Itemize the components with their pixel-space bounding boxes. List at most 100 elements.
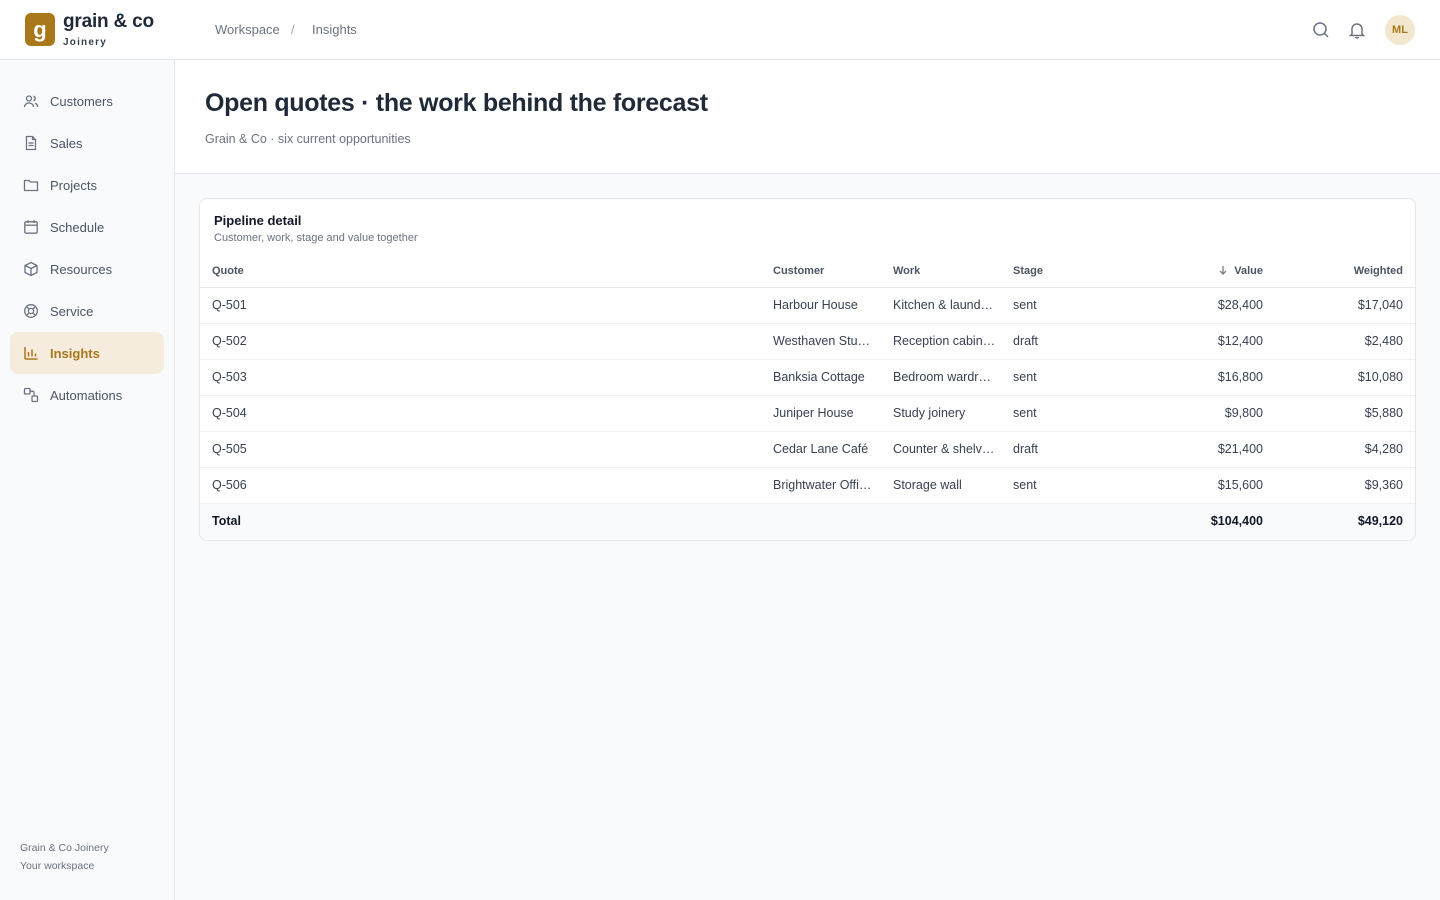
cell-customer: Brightwater Offi…	[773, 467, 893, 504]
cell-customer: Juniper House	[773, 395, 893, 432]
column-header-value[interactable]: Value	[1103, 255, 1263, 288]
cell-stage: draft	[1013, 431, 1103, 468]
total-weighted: $49,120	[1263, 503, 1415, 539]
sidebar-item-projects[interactable]: Projects	[10, 164, 164, 206]
bar-chart-icon	[23, 345, 39, 361]
sidebar-item-customers[interactable]: Customers	[10, 80, 164, 122]
cell-weighted: $2,480	[1263, 323, 1415, 360]
cell-work: Counter & shelv…	[893, 431, 1013, 468]
sidebar-item-sales[interactable]: Sales	[10, 122, 164, 164]
column-header-stage[interactable]: Stage	[1013, 255, 1103, 288]
sidebar-item-label: Customers	[50, 93, 113, 109]
cell-customer: Cedar Lane Café	[773, 431, 893, 468]
sidebar-item-service[interactable]: Service	[10, 290, 164, 332]
pipeline-table: Quote Customer Work Stage Value Weighted…	[200, 255, 1415, 539]
cell-weighted: $5,880	[1263, 395, 1415, 432]
calendar-icon	[23, 219, 39, 235]
column-header-work[interactable]: Work	[893, 255, 1013, 288]
lifebuoy-icon	[23, 303, 39, 319]
document-icon	[23, 135, 39, 151]
cell-weighted: $4,280	[1263, 431, 1415, 468]
folder-icon	[23, 177, 39, 193]
cell-stage: draft	[1013, 323, 1103, 360]
bell-icon[interactable]	[1347, 20, 1367, 40]
cell-empty	[893, 503, 1013, 539]
breadcrumb-workspace[interactable]: Workspace	[215, 22, 280, 37]
sidebar-item-label: Schedule	[50, 219, 105, 235]
users-icon	[23, 93, 39, 109]
sidebar: Customers Sales Projects Schedule Resour…	[0, 60, 175, 900]
cell-work: Reception cabin…	[893, 323, 1013, 360]
search-icon[interactable]	[1311, 20, 1331, 40]
cell-stage: sent	[1013, 359, 1103, 396]
cell-work: Storage wall	[893, 467, 1013, 504]
sidebar-item-insights[interactable]: Insights	[10, 332, 164, 374]
page-subtitle: Grain & Co · six current opportunities	[205, 132, 411, 146]
table-total-row: Total $104,400 $49,120	[200, 503, 1415, 539]
sidebar-item-automations[interactable]: Automations	[10, 374, 164, 416]
cell-weighted: $9,360	[1263, 467, 1415, 504]
sidebar-item-label: Service	[50, 303, 94, 319]
cell-customer: Harbour House	[773, 287, 893, 324]
cell-quote: Q-501	[200, 287, 773, 324]
total-label: Total	[200, 503, 773, 539]
workspace-caption: Your workspace	[20, 860, 95, 872]
pipeline-detail-card: Pipeline detail Customer, work, stage an…	[199, 198, 1416, 541]
cell-stage: sent	[1013, 395, 1103, 432]
cell-stage: sent	[1013, 287, 1103, 324]
sidebar-item-schedule[interactable]: Schedule	[10, 206, 164, 248]
top-bar: g grain & co Joinery Workspace / Insight…	[0, 0, 1440, 60]
cell-value: $9,800	[1103, 395, 1263, 432]
cell-weighted: $17,040	[1263, 287, 1415, 324]
cell-weighted: $10,080	[1263, 359, 1415, 396]
page-header: Open quotes · the work behind the foreca…	[175, 60, 1440, 174]
box-icon	[23, 261, 39, 277]
brand-name: grain & co	[63, 11, 154, 32]
brand-subtitle: Joinery	[63, 37, 107, 48]
automation-icon	[23, 387, 39, 403]
table-row[interactable]: Q-504 Juniper House Study joinery sent $…	[200, 395, 1415, 432]
cell-empty	[1013, 503, 1103, 539]
table-header-row: Quote Customer Work Stage Value Weighted	[200, 255, 1415, 288]
sort-descending-icon	[1218, 265, 1228, 275]
breadcrumb-separator: /	[291, 22, 295, 37]
breadcrumb-insights[interactable]: Insights	[312, 22, 357, 37]
card-subtitle: Customer, work, stage and value together	[214, 232, 418, 244]
table-row[interactable]: Q-505 Cedar Lane Café Counter & shelv… d…	[200, 431, 1415, 468]
cell-value: $28,400	[1103, 287, 1263, 324]
page-title: Open quotes · the work behind the foreca…	[205, 89, 708, 117]
cell-quote: Q-505	[200, 431, 773, 468]
cell-customer: Banksia Cottage	[773, 359, 893, 396]
column-header-quote[interactable]: Quote	[200, 255, 773, 288]
sidebar-item-label: Automations	[50, 387, 123, 403]
table-row[interactable]: Q-501 Harbour House Kitchen & laund… sen…	[200, 287, 1415, 324]
cell-stage: sent	[1013, 467, 1103, 504]
cell-customer: Westhaven Stu…	[773, 323, 893, 360]
logo-badge[interactable]: g	[25, 13, 55, 46]
table-row[interactable]: Q-506 Brightwater Offi… Storage wall sen…	[200, 467, 1415, 504]
cell-work: Study joinery	[893, 395, 1013, 432]
column-header-weighted[interactable]: Weighted	[1263, 255, 1415, 288]
cell-quote: Q-506	[200, 467, 773, 504]
cell-empty	[773, 503, 893, 539]
sidebar-item-label: Insights	[50, 345, 100, 361]
cell-quote: Q-502	[200, 323, 773, 360]
cell-value: $12,400	[1103, 323, 1263, 360]
card-title: Pipeline detail	[214, 213, 302, 228]
cell-value: $16,800	[1103, 359, 1263, 396]
sidebar-item-label: Projects	[50, 177, 97, 193]
table-row[interactable]: Q-503 Banksia Cottage Bedroom wardr… sen…	[200, 359, 1415, 396]
column-header-value-label: Value	[1234, 264, 1263, 277]
user-avatar[interactable]: ML	[1385, 15, 1415, 45]
sidebar-item-resources[interactable]: Resources	[10, 248, 164, 290]
workspace-name: Grain & Co Joinery	[20, 842, 109, 854]
cell-work: Bedroom wardr…	[893, 359, 1013, 396]
cell-value: $21,400	[1103, 431, 1263, 468]
cell-quote: Q-503	[200, 359, 773, 396]
table-row[interactable]: Q-502 Westhaven Stu… Reception cabin… dr…	[200, 323, 1415, 360]
cell-value: $15,600	[1103, 467, 1263, 504]
sidebar-item-label: Sales	[50, 135, 83, 151]
cell-quote: Q-504	[200, 395, 773, 432]
cell-work: Kitchen & laund…	[893, 287, 1013, 324]
column-header-customer[interactable]: Customer	[773, 255, 893, 288]
